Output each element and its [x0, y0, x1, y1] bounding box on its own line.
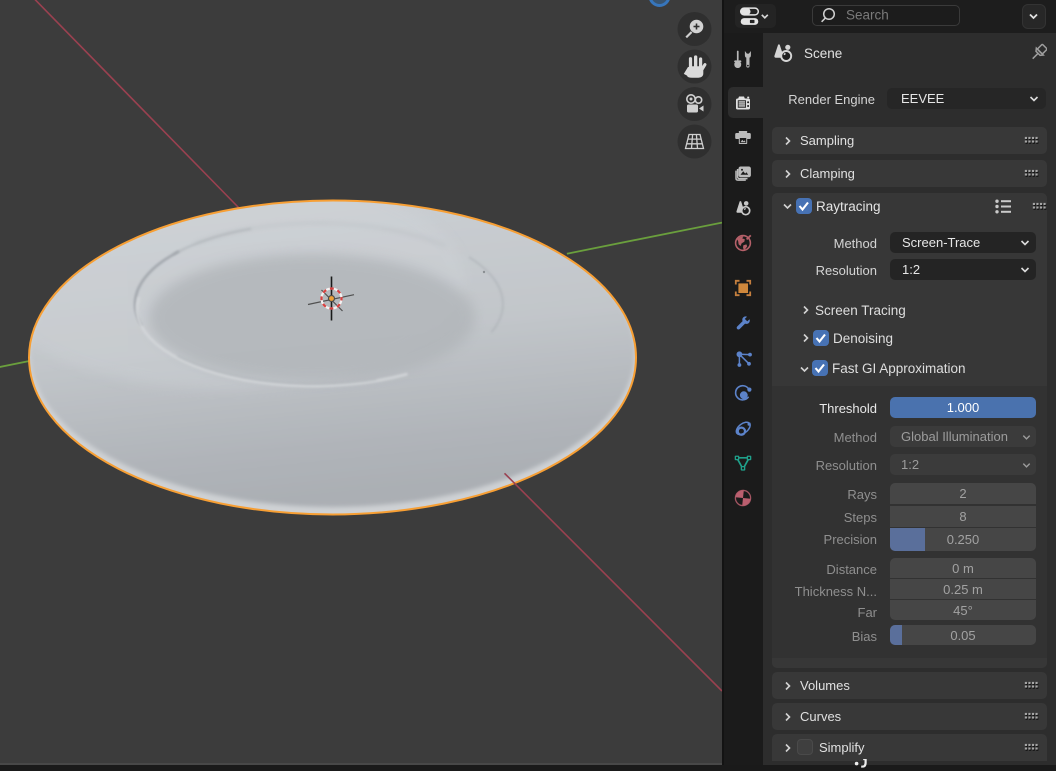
svg-text:Search: Search [846, 8, 889, 23]
